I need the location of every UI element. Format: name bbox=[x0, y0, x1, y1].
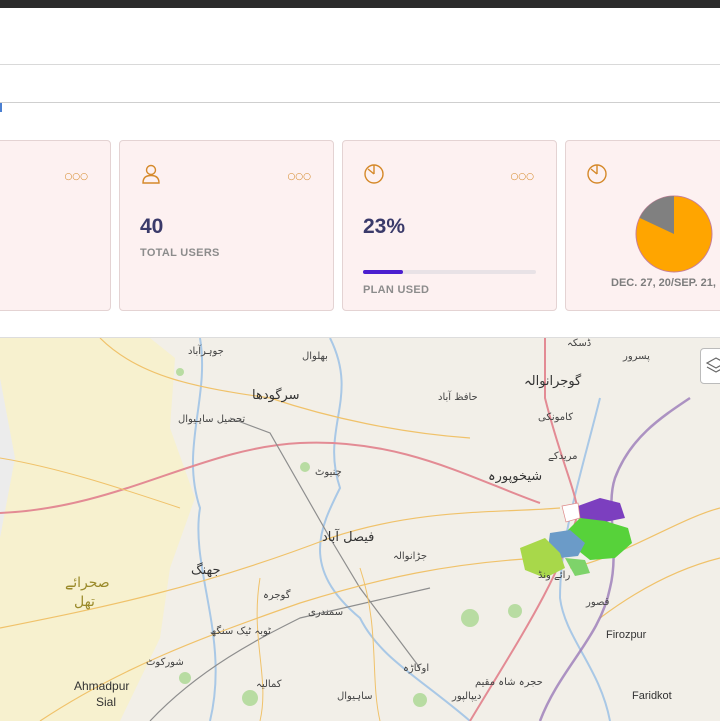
sub-header bbox=[0, 65, 720, 103]
map-label: جھنگ bbox=[191, 563, 221, 578]
date-range: DEC. 27, 20/SEP. 21, bbox=[611, 277, 716, 289]
map-label: شیخوپورہ bbox=[488, 469, 543, 484]
plan-progress-fill bbox=[363, 270, 403, 274]
stat-card-users: 40 TOTAL USERS bbox=[119, 140, 334, 311]
map-label: پسرور bbox=[623, 351, 650, 362]
map-label: قصور bbox=[586, 597, 610, 608]
map-label: شورکوٹ bbox=[146, 657, 184, 668]
plan-used-value: 23% bbox=[363, 215, 406, 238]
more-options-icon[interactable] bbox=[510, 167, 534, 183]
layers-icon bbox=[705, 357, 720, 373]
map-label: Sial bbox=[96, 695, 117, 709]
map-label: کامونکی bbox=[538, 412, 573, 423]
plan-used-label: PLAN USED bbox=[363, 284, 430, 296]
map-label: تھل bbox=[74, 594, 95, 610]
map-label: دیپالپور bbox=[452, 691, 482, 702]
map-label: چنیوٹ bbox=[315, 467, 342, 478]
map-label: حجرہ شاہ مقیم bbox=[475, 677, 543, 688]
map-label: سرگودھا bbox=[252, 388, 300, 403]
map-label: مریدکے bbox=[548, 451, 578, 462]
map-label: جوہرآباد bbox=[188, 346, 224, 357]
gauge-icon bbox=[587, 164, 607, 184]
map-label: تحصیل ساہیوال bbox=[178, 414, 246, 425]
map-label: بھلوال bbox=[302, 351, 328, 362]
layers-button[interactable] bbox=[700, 348, 720, 384]
map-label: کمالیہ bbox=[256, 679, 282, 690]
map-label: Ahmadpur bbox=[74, 679, 130, 693]
map-label: حافظ آباد bbox=[438, 392, 478, 403]
map-label: جڑانوالہ bbox=[393, 551, 428, 562]
stat-card-plan: 23% PLAN USED bbox=[342, 140, 557, 311]
more-options-icon[interactable] bbox=[287, 167, 311, 183]
usage-pie-chart bbox=[635, 195, 713, 273]
plan-progress-bar bbox=[363, 270, 536, 274]
page-header bbox=[0, 8, 720, 65]
stat-card-partial bbox=[0, 140, 111, 311]
gauge-icon bbox=[364, 164, 384, 184]
map-label: گوجرہ bbox=[263, 590, 291, 601]
users-label: TOTAL USERS bbox=[140, 247, 220, 259]
map-label: سمندری bbox=[308, 607, 344, 618]
map-label: گوجرانوالہ bbox=[524, 374, 582, 389]
map-label: Faridkot bbox=[632, 690, 672, 702]
stats-cards: 40 TOTAL USERS 23% PLAN USED DEC. 27, 20… bbox=[0, 112, 720, 337]
more-options-icon[interactable] bbox=[64, 167, 88, 183]
user-icon bbox=[142, 164, 160, 184]
map-label: ٹوبہ ٹیک سنگھ bbox=[210, 626, 271, 637]
top-bar bbox=[0, 0, 720, 8]
map-label: رائے ونڈ bbox=[538, 570, 571, 581]
map-label: صحرائے bbox=[65, 575, 110, 591]
users-count: 40 bbox=[140, 215, 164, 238]
map-label: ڈسکہ bbox=[567, 338, 592, 349]
map-label: Firozpur bbox=[606, 629, 647, 641]
map-label: فیصل آباد bbox=[322, 530, 375, 545]
stat-card-period: DEC. 27, 20/SEP. 21, bbox=[565, 140, 720, 311]
map-view[interactable]: جوہرآباد بھلوال ڈسکہ پسرور گوجرانوالہ سر… bbox=[0, 337, 720, 721]
map-label: ساہیوال bbox=[337, 691, 373, 702]
map-label: اوکاڑہ bbox=[403, 663, 430, 674]
